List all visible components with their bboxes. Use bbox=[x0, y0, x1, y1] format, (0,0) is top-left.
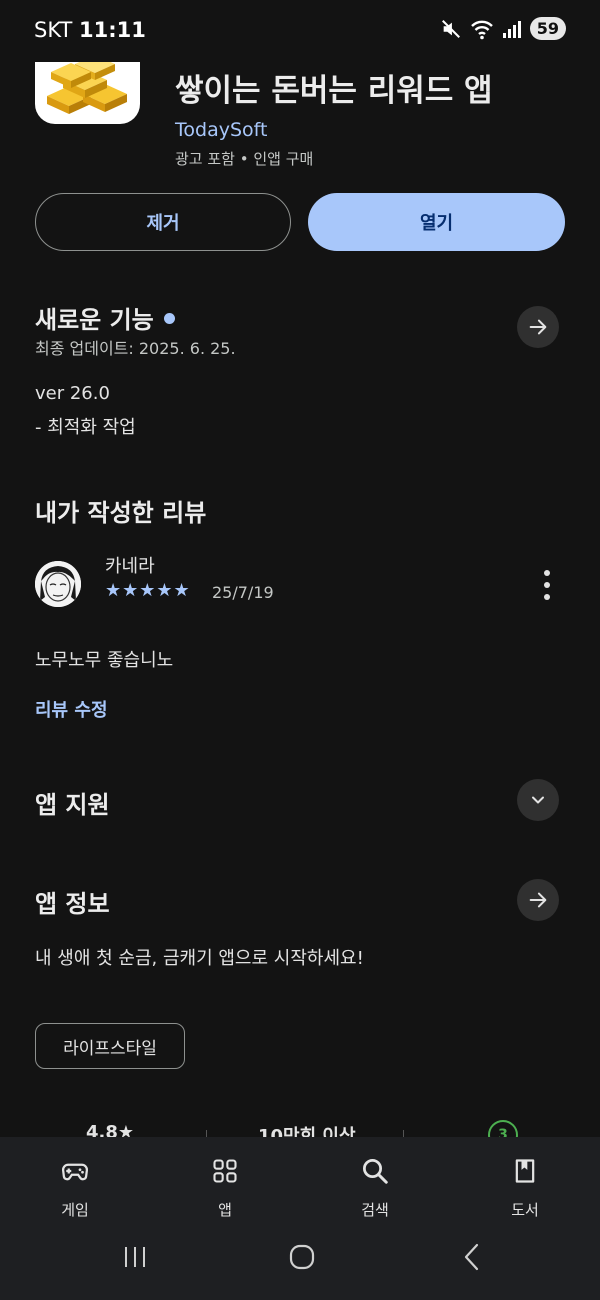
home-icon bbox=[289, 1244, 315, 1270]
nav-games-label: 게임 bbox=[61, 1201, 89, 1219]
my-review-title: 내가 작성한 리뷰 bbox=[35, 499, 207, 527]
nav-search[interactable]: 검색 bbox=[325, 1155, 425, 1220]
nav-books[interactable]: 도서 bbox=[475, 1155, 575, 1220]
review-text: 노무노무 좋습니노 bbox=[35, 650, 174, 671]
signal-icon bbox=[502, 20, 521, 38]
nav-books-label: 도서 bbox=[511, 1201, 539, 1219]
nav-apps[interactable]: 앱 bbox=[175, 1155, 275, 1220]
recents-button[interactable] bbox=[115, 1237, 155, 1277]
review-date: 25/7/19 bbox=[212, 583, 274, 602]
book-icon bbox=[515, 1159, 535, 1183]
back-button[interactable] bbox=[452, 1237, 492, 1277]
app-meta: 광고 포함 • 인앱 구매 bbox=[175, 150, 314, 168]
nav-search-label: 검색 bbox=[361, 1201, 389, 1219]
gamepad-icon bbox=[62, 1163, 88, 1181]
nav-apps-label: 앱 bbox=[218, 1201, 232, 1219]
downloads-stat: 10만회 이상 bbox=[258, 1126, 356, 1138]
more-options-button[interactable] bbox=[537, 570, 557, 600]
app-info-title[interactable]: 앱 정보 bbox=[35, 884, 110, 919]
whats-new-title[interactable]: 새로운 기능 bbox=[35, 300, 175, 335]
recents-icon bbox=[125, 1247, 145, 1267]
mute-icon bbox=[441, 19, 460, 38]
release-note: - 최적화 작업 bbox=[35, 417, 136, 438]
avatar bbox=[35, 561, 81, 607]
battery-indicator: 59 bbox=[529, 17, 566, 40]
arrow-right-icon bbox=[529, 319, 547, 335]
stats-row: 4.8★ 10만회 이상 3 bbox=[0, 1118, 600, 1138]
rating-stat: 4.8★ bbox=[86, 1122, 135, 1138]
last-update: 최종 업데이트: 2025. 6. 25. bbox=[35, 339, 236, 358]
star-rating: ★★★★★ bbox=[105, 580, 191, 601]
more-dot-icon bbox=[544, 594, 550, 600]
back-icon bbox=[464, 1243, 479, 1271]
more-dot-icon bbox=[544, 582, 550, 588]
edit-review-link[interactable]: 리뷰 수정 bbox=[35, 696, 108, 722]
developer-link[interactable]: TodaySoft bbox=[175, 119, 267, 141]
uninstall-button[interactable]: 제거 bbox=[35, 193, 291, 251]
apps-grid-icon bbox=[213, 1159, 237, 1183]
new-indicator-dot bbox=[163, 312, 175, 324]
more-dot-icon bbox=[544, 570, 550, 576]
reviewer-name: 카네라 bbox=[105, 556, 155, 577]
clock: 11:11 bbox=[79, 18, 146, 42]
whats-new-arrow-button[interactable] bbox=[517, 306, 559, 348]
avatar-face-icon bbox=[35, 561, 81, 607]
whats-new-title-text: 새로운 기능 bbox=[35, 306, 154, 334]
app-support-expand-button[interactable] bbox=[517, 779, 559, 821]
version-text: ver 26.0 bbox=[35, 383, 110, 404]
app-description: 내 생애 첫 순금, 금캐기 앱으로 시작하세요! bbox=[35, 948, 364, 969]
wifi-icon bbox=[470, 20, 493, 39]
app-info-arrow-button[interactable] bbox=[517, 879, 559, 921]
nav-games[interactable]: 게임 bbox=[25, 1155, 125, 1220]
chevron-down-icon bbox=[532, 796, 544, 804]
status-bar: SKT 11:11 59 bbox=[0, 0, 600, 62]
app-support-title[interactable]: 앱 지원 bbox=[35, 785, 110, 820]
home-button[interactable] bbox=[282, 1237, 322, 1277]
age-rating-badge: 3 bbox=[488, 1120, 518, 1138]
arrow-right-icon bbox=[529, 892, 547, 908]
open-button[interactable]: 열기 bbox=[308, 193, 565, 251]
app-title-line-2: 쌓이는 돈버는 리워드 앱 bbox=[175, 73, 493, 109]
carrier-label: SKT bbox=[34, 18, 73, 42]
category-chip[interactable]: 라이프스타일 bbox=[35, 1023, 185, 1069]
search-icon bbox=[363, 1159, 388, 1184]
